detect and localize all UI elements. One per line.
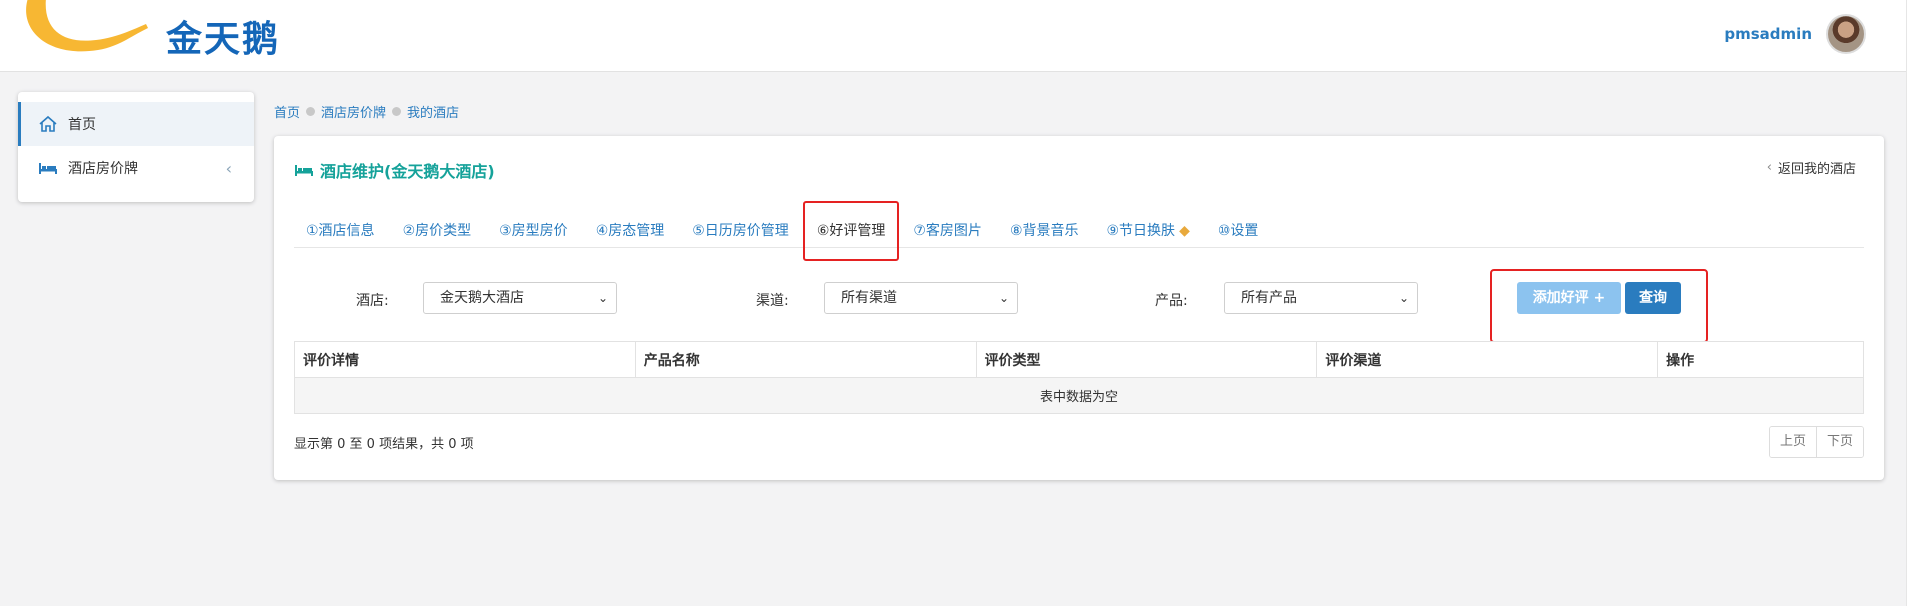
column-header[interactable]: 产品名称 [634, 341, 977, 378]
next-page-button[interactable]: 下页 [1815, 427, 1863, 457]
username[interactable]: pmsadmin [1724, 25, 1812, 43]
tab-label: ⑩设置 [1217, 223, 1259, 239]
pagination: 上页 下页 [1768, 426, 1864, 458]
tab-label: ⑤日历房价管理 [692, 223, 789, 239]
diamond-icon: ◆ [1179, 223, 1190, 239]
chevron-left-icon[interactable]: ‹ [226, 159, 232, 178]
product-select-value: 所有产品 [1241, 290, 1297, 306]
bed-icon [39, 163, 57, 174]
prev-page-button[interactable]: 上页 [1769, 427, 1816, 457]
breadcrumb-hotel-price[interactable]: 酒店房价牌 [321, 102, 386, 121]
chevron-down-icon: ⌄ [998, 291, 1009, 305]
product-select[interactable]: 所有产品 ⌄ [1224, 282, 1418, 314]
breadcrumb: 首页 酒店房价牌 我的酒店 [274, 102, 459, 121]
page-title: 酒店维护(金天鹅大酒店) [294, 158, 495, 182]
pagination-info: 显示第 0 至 0 项结果，共 0 项 [294, 437, 474, 452]
breadcrumb-separator [392, 107, 402, 116]
main-panel: 酒店维护(金天鹅大酒店) ‹ 返回我的酒店 ①酒店信息 ②房价类型 ③房型房价 … [274, 136, 1884, 480]
product-label: 产品: [1155, 293, 1188, 309]
top-bar: 金天鹅 pmsadmin [0, 0, 1906, 72]
tab-holiday-skin[interactable]: ⑨节日换肤 ◆ [1095, 214, 1202, 248]
tab-label: ②房价类型 [402, 223, 472, 239]
back-link-label: 返回我的酒店 [1777, 162, 1856, 177]
tab-room-price[interactable]: ③房型房价 [487, 214, 580, 248]
empty-table-message: 表中数据为空 [294, 377, 1864, 414]
tab-bar: ①酒店信息 ②房价类型 ③房型房价 ④房态管理 ⑤日历房价管理 ⑥好评管理 ⑦客… [294, 201, 1864, 261]
tab-price-type[interactable]: ②房价类型 [391, 214, 484, 248]
page-title-text: 酒店维护(金天鹅大酒店) [320, 162, 495, 181]
table-header-row: 评价详情 产品名称 评价类型 评价渠道 操作 [294, 341, 1864, 378]
chevron-down-icon: ⌄ [1398, 291, 1409, 305]
logo-text: 金天鹅 [166, 19, 281, 60]
bed-icon [295, 165, 313, 176]
highlight-box [1490, 269, 1708, 343]
tab-calendar-price[interactable]: ⑤日历房价管理 [680, 214, 801, 248]
tab-room-photos[interactable]: ⑦客房图片 [901, 214, 994, 248]
hotel-select[interactable]: 金天鹅大酒店 ⌄ [423, 282, 617, 314]
tab-room-status[interactable]: ④房态管理 [584, 214, 677, 248]
chevron-left-icon: ‹ [1766, 160, 1772, 175]
breadcrumb-home[interactable]: 首页 [274, 102, 300, 121]
column-header[interactable]: 评价渠道 [1316, 341, 1659, 378]
tab-hotel-info[interactable]: ①酒店信息 [294, 214, 387, 248]
tab-settings[interactable]: ⑩设置 [1206, 214, 1271, 248]
tab-label: ⑥好评管理 [816, 223, 886, 239]
table-row: 表中数据为空 [294, 377, 1864, 414]
tab-label: ①酒店信息 [306, 223, 375, 239]
tab-review-management[interactable]: ⑥好评管理 [802, 201, 899, 261]
sidebar: 首页 酒店房价牌 ‹ [18, 92, 254, 202]
chevron-down-icon: ⌄ [597, 291, 608, 305]
column-header[interactable]: 评价类型 [975, 341, 1318, 378]
tab-label: ③房型房价 [499, 223, 568, 239]
sidebar-item-hotel-price[interactable]: 酒店房价牌 ‹ [18, 146, 254, 190]
scrollbar[interactable] [1906, 0, 1917, 606]
hotel-label: 酒店: [356, 293, 389, 309]
tab-background-music[interactable]: ⑧背景音乐 [998, 214, 1091, 248]
column-header[interactable]: 评价详情 [294, 341, 636, 378]
hotel-select-value: 金天鹅大酒店 [440, 290, 524, 306]
channel-select[interactable]: 所有渠道 ⌄ [824, 282, 1018, 314]
channel-label: 渠道: [756, 293, 789, 309]
tab-label: ④房态管理 [595, 223, 665, 239]
column-header[interactable]: 操作 [1657, 341, 1864, 378]
user-menu[interactable]: pmsadmin [1724, 14, 1866, 54]
review-table: 评价详情 产品名称 评价类型 评价渠道 操作 表中数据为空 [294, 341, 1864, 414]
breadcrumb-separator [306, 107, 316, 116]
avatar[interactable] [1826, 14, 1866, 54]
sidebar-item-home[interactable]: 首页 [18, 102, 254, 146]
tab-label: ⑦客房图片 [913, 223, 982, 239]
tab-label: ⑨节日换肤 [1106, 223, 1176, 239]
logo[interactable]: 金天鹅 [18, 0, 288, 60]
home-icon [39, 115, 57, 132]
tab-label: ⑧背景音乐 [1009, 223, 1079, 239]
swan-logo-icon [26, 0, 148, 52]
sidebar-item-label: 酒店房价牌 [68, 161, 138, 177]
back-to-my-hotel-link[interactable]: ‹ 返回我的酒店 [1767, 158, 1856, 177]
breadcrumb-my-hotel[interactable]: 我的酒店 [407, 102, 459, 121]
channel-select-value: 所有渠道 [841, 290, 897, 306]
sidebar-item-label: 首页 [68, 117, 96, 133]
